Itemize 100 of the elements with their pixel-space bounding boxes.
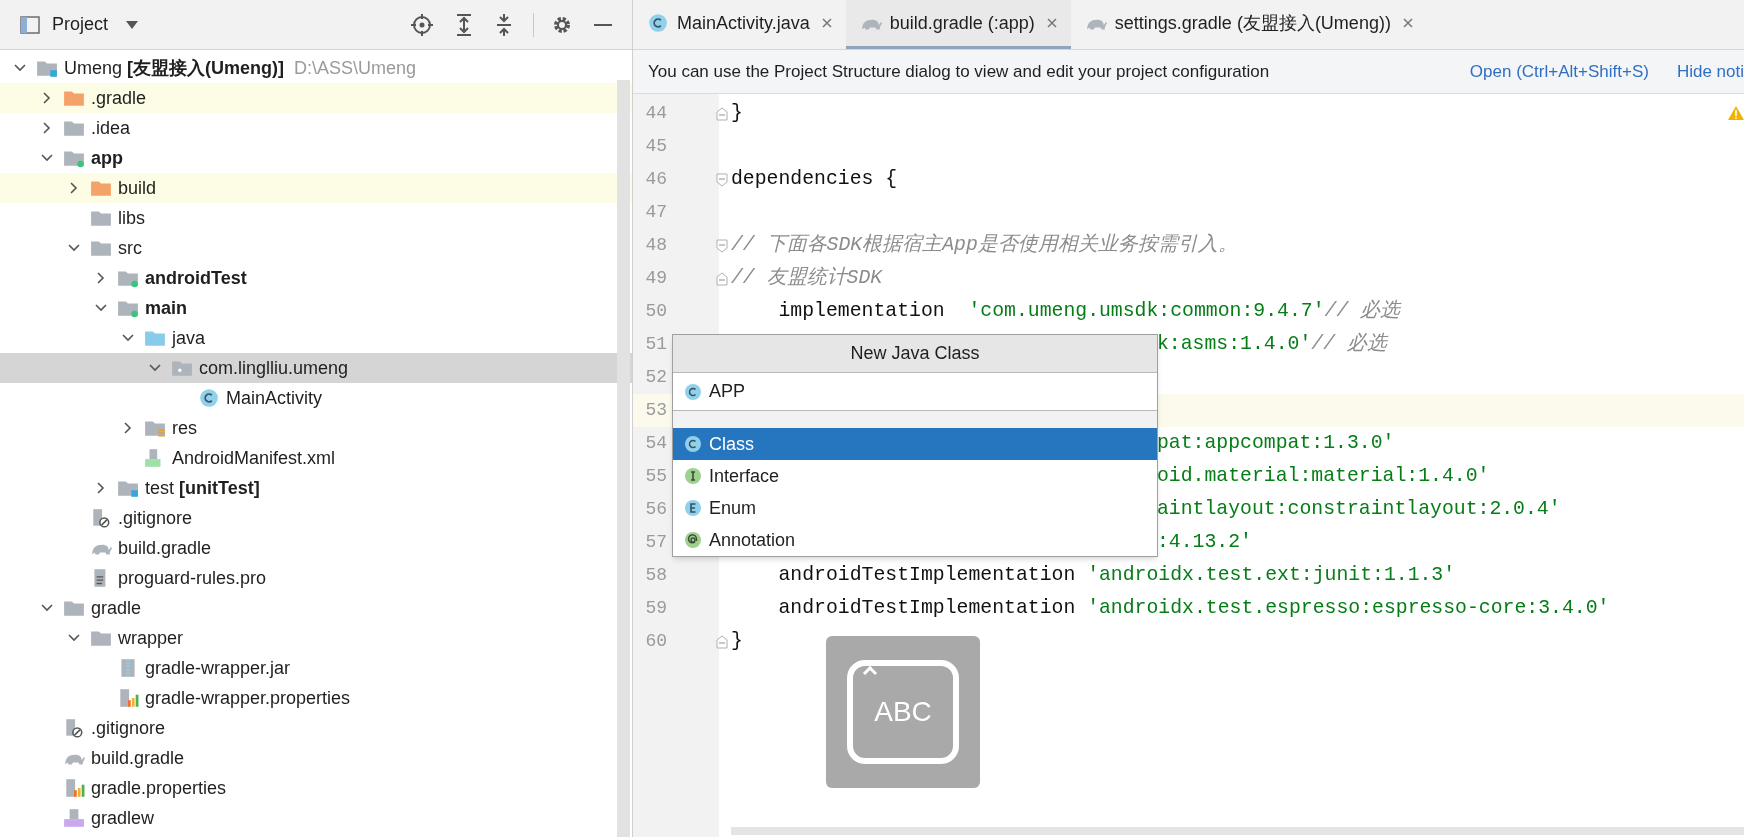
code-line: dependencies { (731, 166, 898, 192)
folder-icon (90, 178, 112, 198)
tree-row[interactable]: Umeng [友盟接入(Umeng)] D:\ASS\Umeng (0, 53, 632, 83)
tree-row[interactable]: androidTest (0, 263, 632, 293)
tree-row[interactable]: build.gradle (0, 533, 632, 563)
chevron-right-icon[interactable] (122, 422, 134, 434)
project-path: D:\ASS\Umeng (294, 56, 417, 80)
editor-tab[interactable]: build.gradle (:app) (845, 0, 1071, 49)
tree-row[interactable]: src (0, 233, 632, 263)
line-number: 47 (644, 201, 668, 224)
kind-option[interactable]: Annotation (673, 524, 1157, 556)
line-number: 60 (644, 630, 668, 653)
tree-row[interactable]: AndroidManifest.xml (0, 443, 632, 473)
tree-row[interactable]: proguard-rules.pro (0, 563, 632, 593)
dropdown-caret-icon[interactable] (126, 20, 139, 29)
chevron-down-icon[interactable] (122, 332, 134, 344)
tree-label: wrapper (118, 626, 184, 650)
properties-file-icon (117, 688, 139, 708)
tree-row[interactable]: com.linglliu.umeng (0, 353, 632, 383)
folder-icon (63, 598, 85, 618)
close-icon[interactable] (1402, 18, 1413, 28)
link[interactable]: Open (Ctrl+Alt+Shift+S) (1469, 58, 1649, 85)
line-number: 57 (644, 531, 668, 554)
kind-option[interactable]: Interface (673, 460, 1157, 492)
fold-start-icon[interactable] (716, 172, 728, 187)
chevron-down-icon[interactable] (149, 362, 161, 374)
chevron-right-icon[interactable] (68, 182, 80, 194)
tree-label: androidTest (145, 266, 247, 290)
tree-row[interactable]: libs (0, 203, 632, 233)
tree-row[interactable]: .idea (0, 113, 632, 143)
chevron-down-icon[interactable] (41, 152, 53, 164)
module-folder-icon (36, 58, 58, 78)
tree-label: AndroidManifest.xml (172, 446, 336, 470)
chevron-right-icon[interactable] (41, 122, 53, 134)
tree-label: libs (118, 206, 145, 230)
tree-row[interactable]: java (0, 323, 632, 353)
tree-row[interactable]: .gitignore (0, 713, 632, 743)
tree-row[interactable]: gradle-wrapper.jar (0, 653, 632, 683)
tree-row[interactable]: res (0, 413, 632, 443)
line-number: 45 (644, 135, 668, 158)
tree-row[interactable]: MainActivity (0, 383, 632, 413)
fold-start-icon[interactable] (716, 238, 728, 253)
interface-icon (683, 466, 703, 486)
tree-row[interactable]: test [unitTest] (0, 473, 632, 503)
code-line: // 下面各SDK根据宿主App是否使用相关业务按需引入。 (731, 232, 1238, 258)
class-icon (198, 388, 220, 408)
tree-label: res (172, 416, 197, 440)
tree-label: build.gradle (91, 746, 185, 770)
chevron-down-icon[interactable] (14, 62, 26, 74)
kind-option[interactable]: Enum (673, 492, 1157, 524)
chevron-right-icon[interactable] (95, 482, 107, 494)
settings-icon[interactable] (552, 14, 572, 35)
tree-label: .idea (91, 116, 131, 140)
tree-row[interactable]: .gitignore (0, 503, 632, 533)
tree-row[interactable]: build.gradle (0, 743, 632, 773)
chevron-down-icon[interactable] (68, 242, 80, 254)
line-number: 53 (644, 399, 668, 422)
code-line: // 友盟统计SDK (731, 265, 883, 291)
scrollbar[interactable] (617, 80, 630, 837)
input-method-indicator: ABC (826, 636, 980, 788)
code-line: implementation 'com.umeng.umsdk:common:9.4.7'// 必选 (777, 298, 1401, 324)
tree-label: gradlew (91, 806, 155, 830)
module-folder-icon (63, 148, 85, 168)
crosshair-icon[interactable] (411, 13, 433, 36)
window-icon (20, 15, 40, 34)
chevron-right-icon[interactable] (41, 92, 53, 104)
close-icon[interactable] (1046, 18, 1057, 28)
line-number: 52 (644, 366, 668, 389)
tree-row[interactable]: gradlew (0, 803, 632, 833)
expand-all-icon[interactable] (455, 13, 473, 36)
collapse-all-icon[interactable] (495, 13, 513, 36)
panel-title[interactable]: Project (52, 11, 109, 38)
kind-option[interactable]: Class (673, 428, 1157, 460)
tree-row[interactable]: gradle-wrapper.properties (0, 683, 632, 713)
chevron-down-icon[interactable] (68, 632, 80, 644)
chevron-down-icon[interactable] (95, 302, 107, 314)
chevron-right-icon[interactable] (95, 272, 107, 284)
tree-label: proguard-rules.pro (118, 566, 267, 590)
tree-row[interactable]: app (0, 143, 632, 173)
chevron-down-icon[interactable] (41, 602, 53, 614)
editor-tab[interactable]: MainActivity.java (633, 0, 846, 49)
tree-row[interactable]: .gradle (0, 83, 632, 113)
tree-row[interactable]: wrapper (0, 623, 632, 653)
close-icon[interactable] (821, 18, 832, 28)
line-number: 48 (644, 234, 668, 257)
tree-label: java (172, 326, 206, 350)
tree-row[interactable]: main (0, 293, 632, 323)
tree-row[interactable]: gradle (0, 593, 632, 623)
code-line: androidTestImplementation 'androidx.test.ext:junit:1.1.3' (777, 562, 1456, 588)
line-number: 54 (644, 432, 668, 455)
module-folder-icon (117, 298, 139, 318)
horizontal-scrollbar[interactable] (731, 827, 1744, 835)
link[interactable]: Hide noti (1676, 58, 1744, 85)
tree-row[interactable]: gradle.properties (0, 773, 632, 803)
tree-label: build.gradle (118, 536, 212, 560)
code-line: } (731, 628, 743, 654)
editor-tab[interactable]: settings.gradle (友盟接入(Umeng)) (1070, 0, 1427, 49)
code-line: pat:appcompat:1.3.0' (1157, 430, 1395, 456)
tree-row[interactable]: build (0, 173, 632, 203)
class-icon (683, 381, 703, 402)
